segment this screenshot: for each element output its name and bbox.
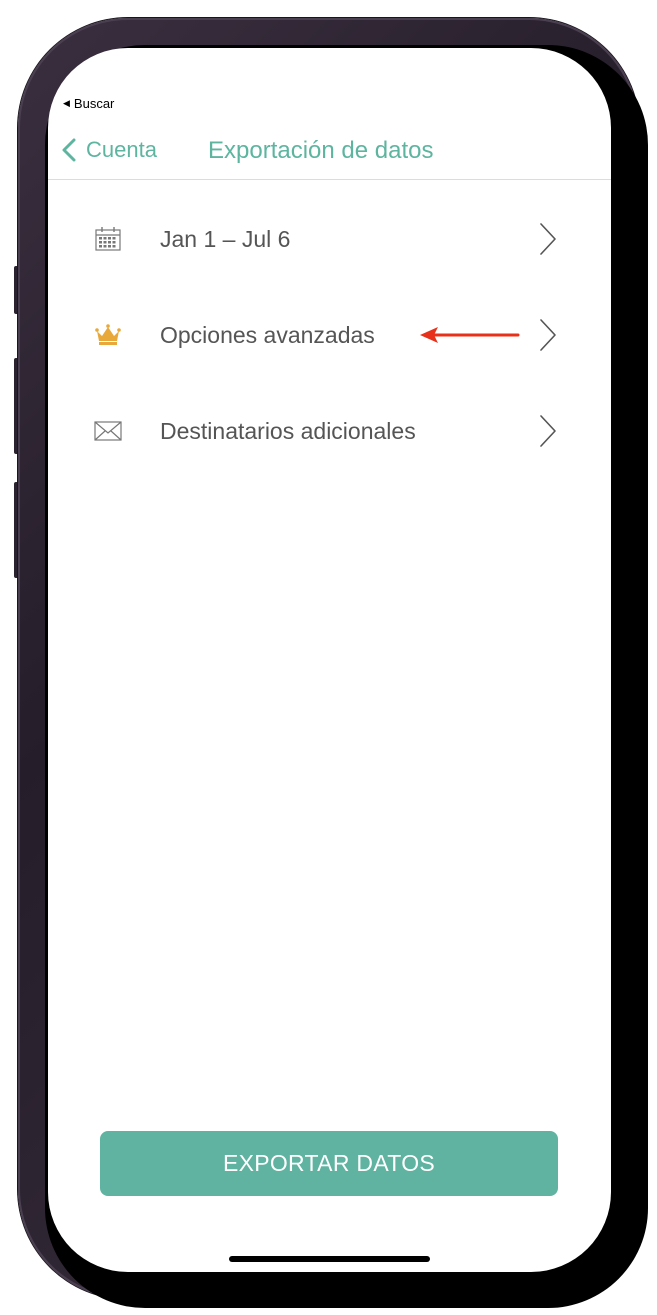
phone-screen: ◀ Buscar Cuenta Exportación de datos Jan…: [48, 48, 611, 1272]
home-indicator[interactable]: [229, 1256, 430, 1262]
screenshot-stage: ◀ Buscar Cuenta Exportación de datos Jan…: [0, 0, 657, 1315]
back-to-app-label: Buscar: [73, 96, 115, 111]
back-to-app-link[interactable]: ◀ Buscar: [63, 96, 114, 111]
additional-recipients-label: Destinatarios adicionales: [160, 417, 416, 444]
export-data-button[interactable]: EXPORTAR DATOS: [100, 1131, 558, 1196]
date-range-label: Jan 1 – Jul 6: [160, 225, 291, 252]
crown-icon: [94, 321, 122, 349]
envelope-icon: [94, 417, 122, 445]
date-range-row[interactable]: Jan 1 – Jul 6: [48, 209, 611, 269]
additional-recipients-row[interactable]: Destinatarios adicionales: [48, 401, 611, 461]
back-button[interactable]: Cuenta: [62, 137, 157, 163]
chevron-right-icon: [540, 415, 556, 447]
calendar-icon: [94, 225, 122, 253]
annotation-arrow-icon: [420, 327, 520, 343]
page-title: Exportación de datos: [208, 137, 434, 164]
navigation-bar: Cuenta Exportación de datos: [48, 123, 611, 180]
back-button-label: Cuenta: [86, 137, 157, 162]
back-triangle-icon: ◀: [63, 98, 70, 108]
chevron-right-icon: [540, 223, 556, 255]
chevron-left-icon: [62, 138, 76, 162]
advanced-options-row[interactable]: Opciones avanzadas: [48, 305, 611, 365]
advanced-options-label: Opciones avanzadas: [160, 321, 375, 348]
chevron-right-icon: [540, 319, 556, 351]
